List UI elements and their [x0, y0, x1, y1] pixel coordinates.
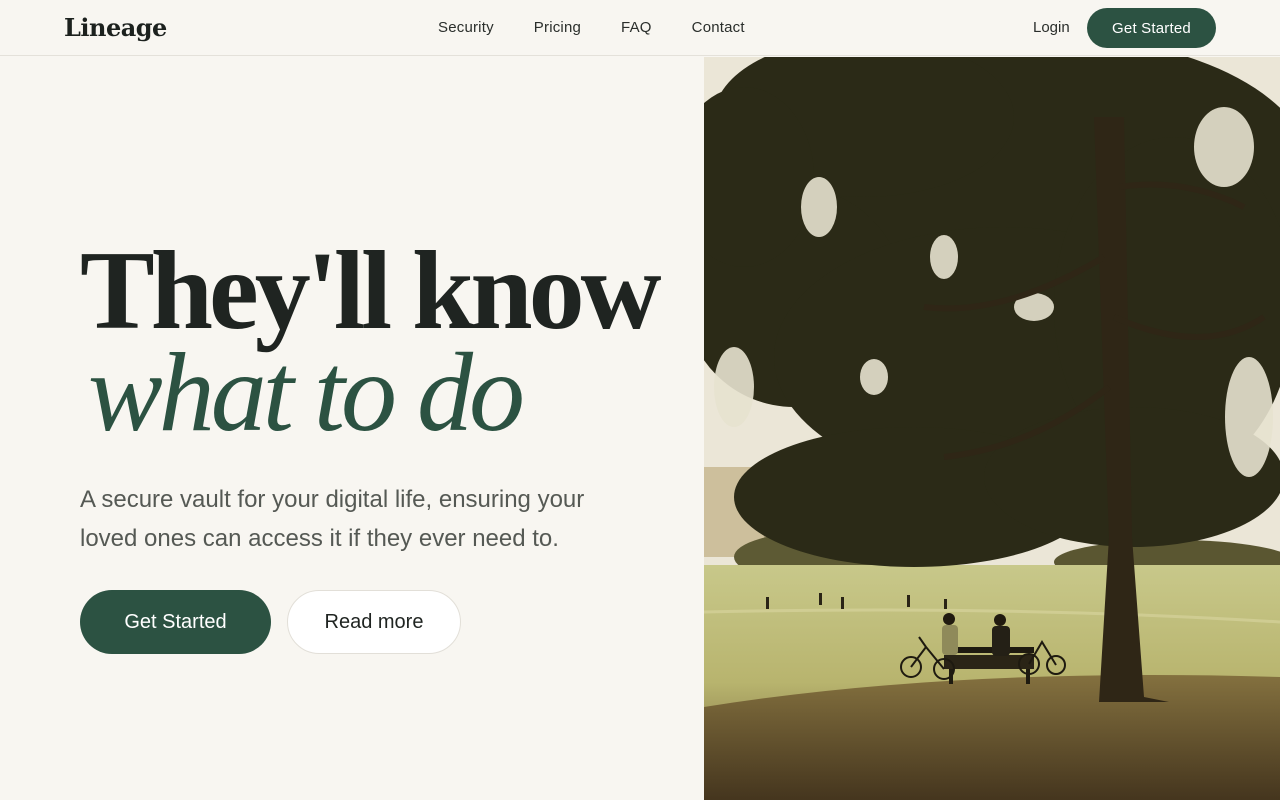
park-tree-image [704, 57, 1280, 800]
hero-headline: They'll know [80, 229, 662, 353]
main-nav: Security Pricing FAQ Contact [438, 19, 745, 36]
hero-subtitle: A secure vault for your digital life, en… [80, 486, 585, 552]
nav-link-pricing[interactable]: Pricing [534, 19, 581, 36]
hero-photo [704, 57, 1280, 800]
header-get-started-button[interactable]: Get Started [1087, 8, 1216, 48]
nav-link-contact[interactable]: Contact [692, 19, 745, 36]
nav-link-security[interactable]: Security [438, 19, 494, 36]
read-more-button[interactable]: Read more [287, 590, 461, 654]
site-header: Lineage Security Pricing FAQ Contact Log… [0, 0, 1280, 56]
nav-link-faq[interactable]: FAQ [621, 19, 652, 36]
brand-logo[interactable]: Lineage [64, 13, 167, 42]
get-started-button[interactable]: Get Started [80, 590, 271, 654]
login-link[interactable]: Login [1033, 19, 1070, 36]
hero-headline-accent: what to do [88, 331, 525, 455]
